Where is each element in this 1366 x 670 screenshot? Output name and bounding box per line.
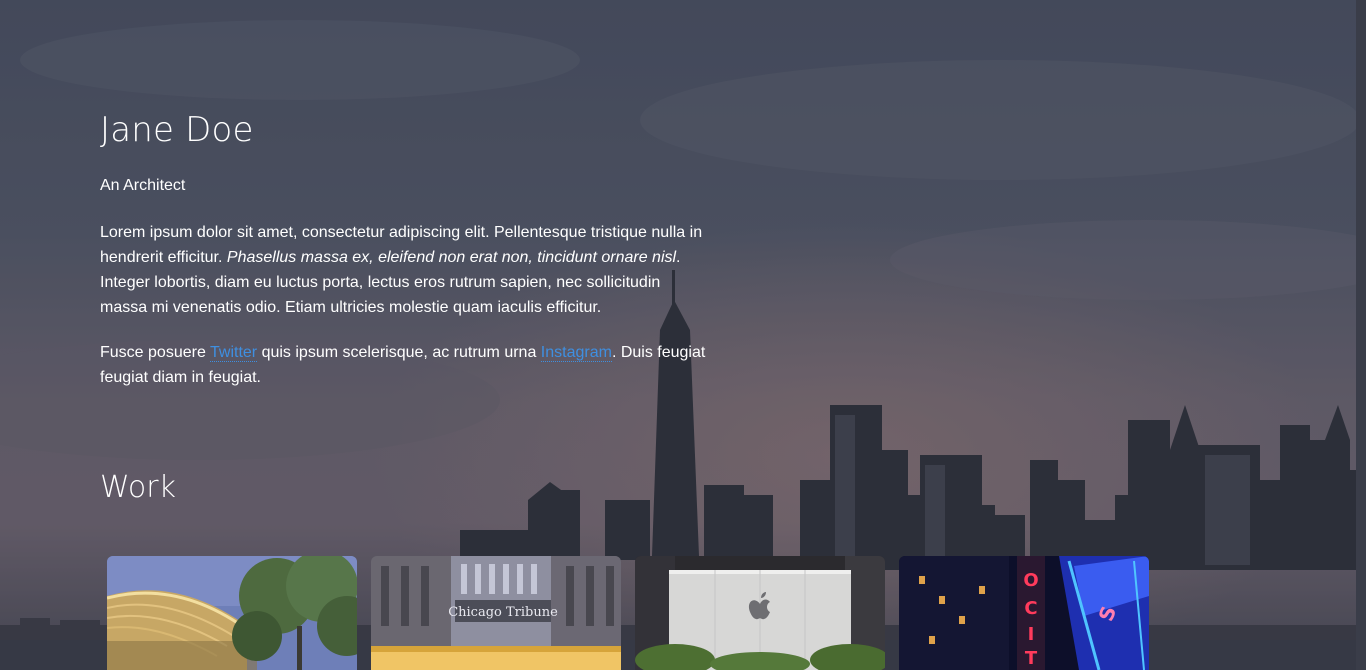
svg-text:T: T [1025, 648, 1038, 669]
intro-paragraph-2-middle: quis ipsum scelerisque, ac rutrum urna [257, 344, 541, 361]
neon-sign-photo-icon: O C I T S [899, 556, 1149, 670]
work-heading: Work [100, 470, 176, 505]
intro-paragraph-2: Fusce posuere Twitter quis ipsum sceleri… [100, 340, 706, 390]
svg-text:O: O [1023, 570, 1038, 591]
work-item-tribune-tower[interactable]: Chicago Tribune [371, 556, 621, 670]
work-item-apple-store[interactable] [635, 556, 885, 670]
svg-text:I: I [1028, 624, 1035, 645]
apple-store-photo-icon [635, 556, 885, 670]
intro-paragraph-1: Lorem ipsum dolor sit amet, consectetur … [100, 220, 706, 320]
work-item-curved-glass-building[interactable] [107, 556, 357, 670]
intro-paragraph-1-italic: Phasellus massa ex, eleifend non erat no… [226, 249, 677, 266]
intro-paragraph-2-start: Fusce posuere [100, 344, 210, 361]
tribune-tower-photo-icon: Chicago Tribune [371, 556, 621, 670]
work-item-neon-sign[interactable]: O C I T S [899, 556, 1149, 670]
tribune-sign-text: Chicago Tribune [448, 605, 558, 620]
svg-text:C: C [1024, 598, 1037, 619]
work-gallery: Chicago Tribune O C I T S [107, 556, 1149, 670]
page-scrollbar[interactable] [1356, 0, 1366, 670]
instagram-link[interactable]: Instagram [540, 344, 612, 362]
twitter-link[interactable]: Twitter [210, 344, 258, 362]
curved-glass-building-photo-icon [107, 556, 357, 670]
profile-role: An Architect [100, 177, 186, 194]
profile-name: Jane Doe [100, 110, 254, 150]
